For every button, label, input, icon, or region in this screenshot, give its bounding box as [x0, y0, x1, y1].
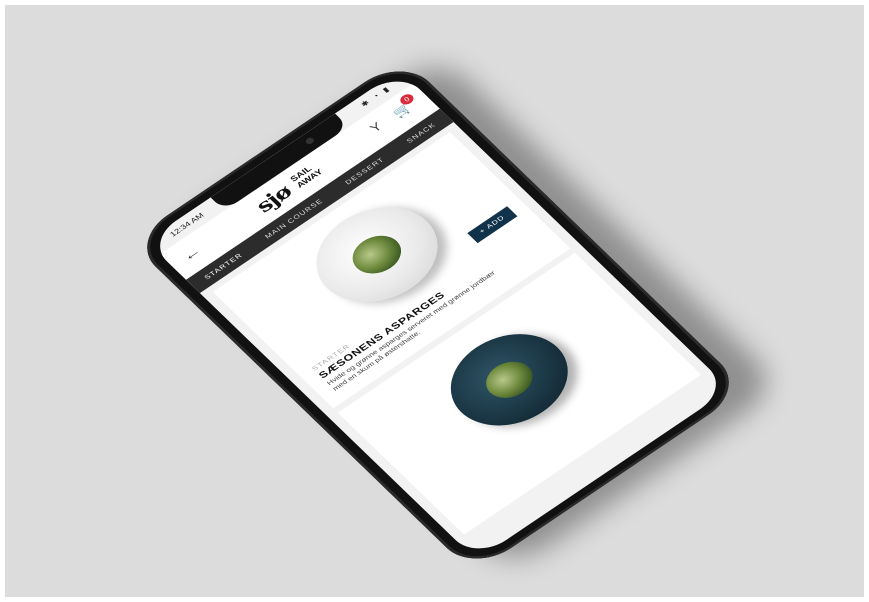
arrow-left-icon[interactable]: ←	[178, 243, 205, 265]
food	[343, 227, 411, 282]
camera-icon	[304, 136, 316, 146]
food	[476, 353, 542, 406]
dish-image	[427, 315, 591, 445]
brand-name: SAIL AWAY	[289, 162, 325, 190]
add-button[interactable]: + ADD	[467, 206, 518, 244]
cocktail-icon[interactable]: Y	[367, 120, 385, 135]
brand-logo: sjø SAIL AWAY	[251, 165, 325, 218]
